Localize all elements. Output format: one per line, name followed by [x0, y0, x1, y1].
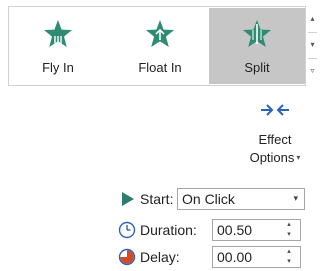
- float-in-star-icon: [146, 20, 174, 47]
- delay-pie-icon: [118, 248, 136, 266]
- gallery-item-split[interactable]: Split: [209, 8, 305, 84]
- effect-options-button[interactable]: Effect Options ▾: [238, 96, 312, 172]
- chevron-down-icon: ▾: [296, 153, 301, 162]
- start-select[interactable]: On Click ▾: [177, 188, 305, 210]
- effect-options-label-line2-text: Options: [249, 150, 295, 165]
- gallery-item-float-in[interactable]: Float In: [117, 8, 203, 84]
- duration-stepper[interactable]: 00.50 ▴ ▾: [212, 219, 301, 241]
- duration-decrease-button[interactable]: ▾: [284, 230, 294, 240]
- delay-label: Delay:: [140, 249, 180, 265]
- start-label: Start:: [140, 191, 174, 207]
- gallery-item-label: Split: [244, 60, 270, 75]
- delay-increase-button[interactable]: ▴: [284, 247, 294, 257]
- arrows-inward-icon: [261, 104, 289, 116]
- gallery-scroll-up-button[interactable]: ▴: [306, 6, 319, 32]
- effect-options-label-line2: Options ▾: [238, 150, 312, 165]
- gallery-item-label: Fly In: [42, 60, 74, 75]
- fly-in-star-icon: [44, 20, 72, 47]
- delay-value[interactable]: 00.00: [217, 249, 252, 265]
- play-triangle-icon: [122, 192, 134, 206]
- clock-icon: [118, 221, 136, 239]
- gallery-more-button[interactable]: ▿: [306, 58, 319, 84]
- gallery-scroll-controls: ▴ ▾ ▿: [305, 6, 319, 84]
- start-row: Start:: [118, 188, 174, 210]
- duration-label: Duration:: [140, 222, 197, 238]
- delay-stepper[interactable]: 00.00 ▴ ▾: [212, 246, 301, 268]
- duration-value[interactable]: 00.50: [217, 222, 252, 238]
- split-star-icon: [243, 20, 271, 47]
- chevron-down-icon[interactable]: ▾: [293, 193, 298, 204]
- effect-options-label-line1: Effect: [258, 132, 292, 147]
- delay-row: Delay:: [118, 246, 210, 268]
- gallery-item-label: Float In: [138, 60, 182, 75]
- start-select-value: On Click: [182, 191, 235, 207]
- gallery-scroll-down-button[interactable]: ▾: [306, 32, 319, 58]
- animation-gallery: Fly In Float In Split: [8, 6, 306, 86]
- delay-decrease-button[interactable]: ▾: [284, 257, 294, 267]
- gallery-item-fly-in[interactable]: Fly In: [15, 8, 101, 84]
- duration-increase-button[interactable]: ▴: [284, 220, 294, 230]
- duration-row: Duration:: [118, 219, 210, 241]
